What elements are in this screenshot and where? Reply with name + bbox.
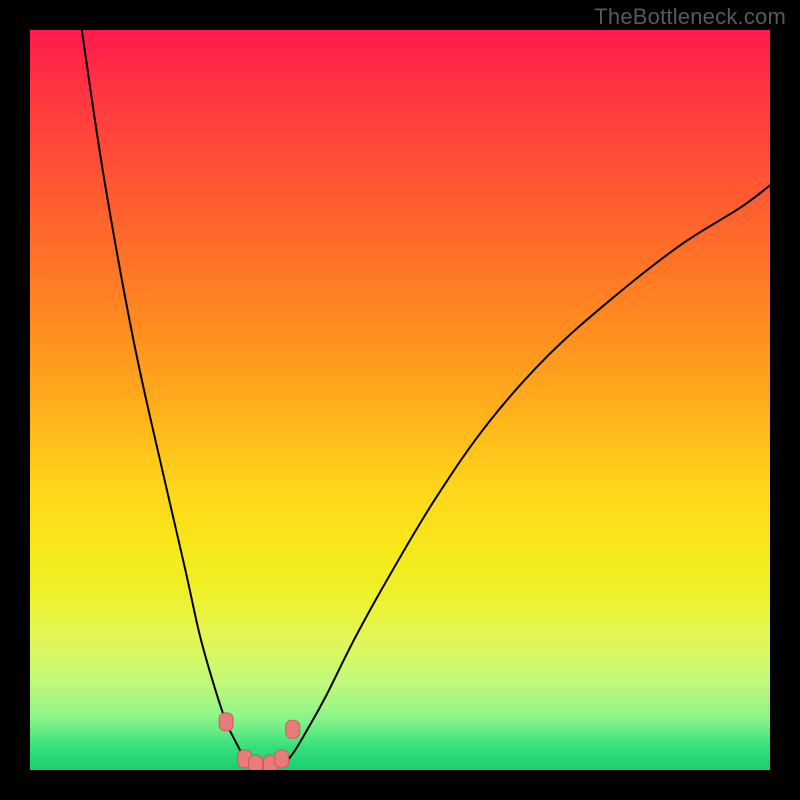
data-marker bbox=[219, 713, 233, 731]
data-marker bbox=[275, 750, 289, 768]
data-marker bbox=[249, 755, 263, 770]
data-marker bbox=[286, 720, 300, 738]
watermark-text: TheBottleneck.com bbox=[594, 4, 786, 30]
curve-right-curve bbox=[282, 185, 770, 766]
marker-layer bbox=[219, 713, 300, 770]
curve-layer bbox=[82, 30, 770, 766]
plot-area bbox=[30, 30, 770, 770]
curve-left-curve bbox=[82, 30, 252, 766]
chart-frame: TheBottleneck.com bbox=[0, 0, 800, 800]
chart-svg bbox=[30, 30, 770, 770]
